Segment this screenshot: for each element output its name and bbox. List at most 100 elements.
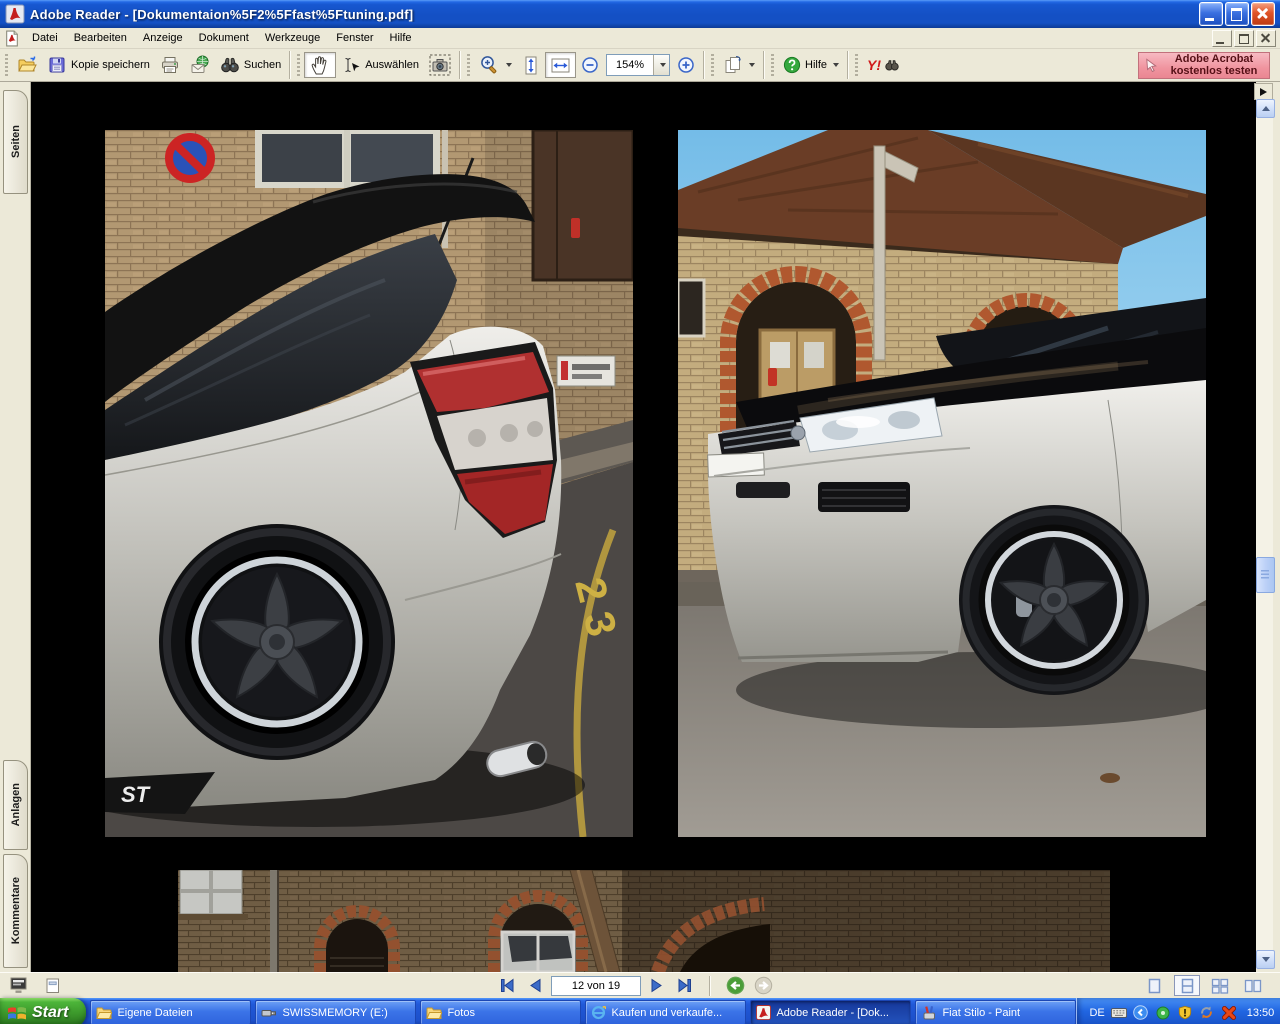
page-display-dropdown-arrow[interactable] — [749, 63, 755, 67]
single-page-mode-button[interactable] — [1141, 975, 1167, 996]
previous-view-button[interactable] — [723, 976, 747, 996]
x1-search-tray-icon[interactable] — [1221, 1005, 1237, 1021]
paint-icon — [921, 1005, 937, 1020]
save-copy-button[interactable]: Kopie speichern — [42, 52, 155, 78]
menu-anzeige[interactable]: Anzeige — [135, 30, 191, 46]
save-copy-label: Kopie speichern — [71, 59, 150, 71]
pdf-photo-partial — [178, 870, 1110, 972]
pdf-page-canvas[interactable]: 2 3 — [31, 82, 1256, 972]
select-tool-button[interactable]: Auswählen — [336, 52, 424, 78]
taskbar-item-swissmemory[interactable]: SWISSMEMORY (E:) — [255, 1000, 416, 1024]
first-page-button[interactable] — [495, 976, 519, 996]
menu-datei[interactable]: Datei — [24, 30, 66, 46]
scrollbar-thumb[interactable] — [1256, 557, 1275, 593]
adobe-acrobat-trial-button[interactable]: Adobe Acrobat kostenlos testen — [1138, 52, 1270, 79]
binoculars-icon — [220, 55, 240, 75]
help-icon — [783, 56, 801, 74]
printer-icon — [160, 55, 180, 75]
menu-werkzeuge[interactable]: Werkzeuge — [257, 30, 328, 46]
help-button[interactable]: Hilfe — [778, 52, 844, 78]
toolbar-grip[interactable] — [711, 54, 714, 76]
vertical-scrollbar[interactable] — [1256, 99, 1273, 969]
email-globe-icon — [190, 55, 210, 75]
previous-page-button[interactable] — [523, 976, 547, 996]
toolbar-grip[interactable] — [855, 54, 858, 76]
menu-bearbeiten[interactable]: Bearbeiten — [66, 30, 135, 46]
tab-seiten[interactable]: Seiten — [3, 90, 28, 194]
title-bar[interactable]: Adobe Reader - [Dokumentaion%5F2%5Ffast%… — [0, 0, 1280, 28]
taskbar-clock[interactable]: 13:50 — [1247, 1007, 1275, 1019]
hand-tool-button[interactable] — [304, 52, 336, 78]
print-button[interactable] — [155, 52, 185, 78]
hand-tool-icon — [309, 54, 331, 76]
toolbar-grip[interactable] — [297, 54, 300, 76]
scroll-up-button[interactable] — [1256, 99, 1275, 118]
cursor-arrow-icon — [1144, 57, 1159, 73]
floppy-disk-icon — [47, 55, 67, 75]
taskbar-item-eigene-dateien[interactable]: Eigene Dateien — [90, 1000, 251, 1024]
tab-kommentare[interactable]: Kommentare — [3, 854, 28, 968]
menu-dokument[interactable]: Dokument — [191, 30, 257, 46]
close-button[interactable] — [1251, 2, 1275, 26]
tab-anlagen[interactable]: Anlagen — [3, 760, 28, 850]
zoom-level-field — [606, 54, 670, 76]
last-page-button[interactable] — [673, 976, 697, 996]
page-layout-icon — [723, 55, 743, 75]
continuous-facing-mode-button[interactable] — [1207, 975, 1233, 996]
fit-width-button[interactable] — [545, 52, 576, 78]
toolbar-grip[interactable] — [467, 54, 470, 76]
menu-hilfe[interactable]: Hilfe — [382, 30, 420, 46]
fit-page-button[interactable] — [517, 52, 545, 78]
pdf-photo-rear-view: 2 3 — [105, 130, 633, 837]
start-button[interactable]: Start — [0, 998, 86, 1024]
system-tray: DE — [1076, 998, 1280, 1024]
document-restore-button[interactable] — [1234, 30, 1254, 47]
document-minimize-button[interactable] — [1212, 30, 1232, 47]
taskbar-item-adobe-reader[interactable]: Adobe Reader - [Dok... — [750, 1000, 911, 1024]
document-close-button[interactable] — [1256, 30, 1276, 47]
pdf-document-icon — [4, 30, 20, 47]
keyboard-icon[interactable] — [1111, 1005, 1127, 1021]
restore-button[interactable] — [1225, 2, 1249, 26]
zoom-tool-dropdown-arrow[interactable] — [506, 63, 512, 67]
adobe-reader-window: Adobe Reader - [Dokumentaion%5F2%5Ffast%… — [0, 0, 1280, 1024]
next-view-button[interactable] — [751, 976, 775, 996]
taskbar-item-fotos[interactable]: Fotos — [420, 1000, 581, 1024]
scroll-down-button[interactable] — [1256, 950, 1275, 969]
text-select-icon — [341, 55, 361, 75]
continuous-mode-button[interactable] — [1174, 975, 1200, 996]
next-page-button[interactable] — [645, 976, 669, 996]
toolbar-grip[interactable] — [771, 54, 774, 76]
zoom-in-button[interactable] — [672, 52, 700, 78]
windows-update-tray-icon[interactable] — [1199, 1005, 1215, 1021]
yahoo-messenger-button[interactable]: Y! — [862, 52, 904, 78]
zoom-level-dropdown[interactable] — [653, 55, 669, 75]
windows-logo-icon — [7, 1004, 27, 1022]
taskbar-item-paint[interactable]: Fiat Stilo - Paint — [915, 1000, 1076, 1024]
acrobat-button-line1: Adobe Acrobat — [1175, 53, 1253, 65]
zoom-tool-button[interactable] — [474, 52, 517, 78]
zoom-level-input[interactable] — [607, 55, 653, 75]
disc-utility-tray-icon[interactable] — [1155, 1005, 1171, 1021]
snapshot-tool-button[interactable] — [424, 52, 456, 78]
security-shield-tray-icon[interactable] — [1177, 1005, 1193, 1021]
page-number-input[interactable] — [551, 976, 641, 996]
language-indicator[interactable]: DE — [1089, 1007, 1104, 1019]
open-button[interactable] — [12, 52, 42, 78]
toolbar-grip[interactable] — [5, 54, 8, 76]
toolbar-overflow-button[interactable] — [1254, 83, 1273, 100]
search-button[interactable]: Suchen — [215, 52, 286, 78]
minimize-button[interactable] — [1199, 2, 1223, 26]
zoom-out-button[interactable] — [576, 52, 604, 78]
email-button[interactable] — [185, 52, 215, 78]
facing-mode-button[interactable] — [1240, 975, 1266, 996]
page-size-icon[interactable] — [42, 976, 64, 996]
menu-fenster[interactable]: Fenster — [328, 30, 381, 46]
taskbar-item-internet-explorer[interactable]: Kaufen und verkaufe... — [585, 1000, 746, 1024]
hide-icons-chevron[interactable] — [1133, 1005, 1149, 1021]
status-bar — [0, 972, 1280, 998]
help-dropdown-arrow[interactable] — [833, 63, 839, 67]
page-display-button[interactable] — [718, 52, 760, 78]
window-title: Adobe Reader - [Dokumentaion%5F2%5Ffast%… — [30, 7, 1199, 22]
document-properties-icon[interactable] — [8, 976, 30, 996]
